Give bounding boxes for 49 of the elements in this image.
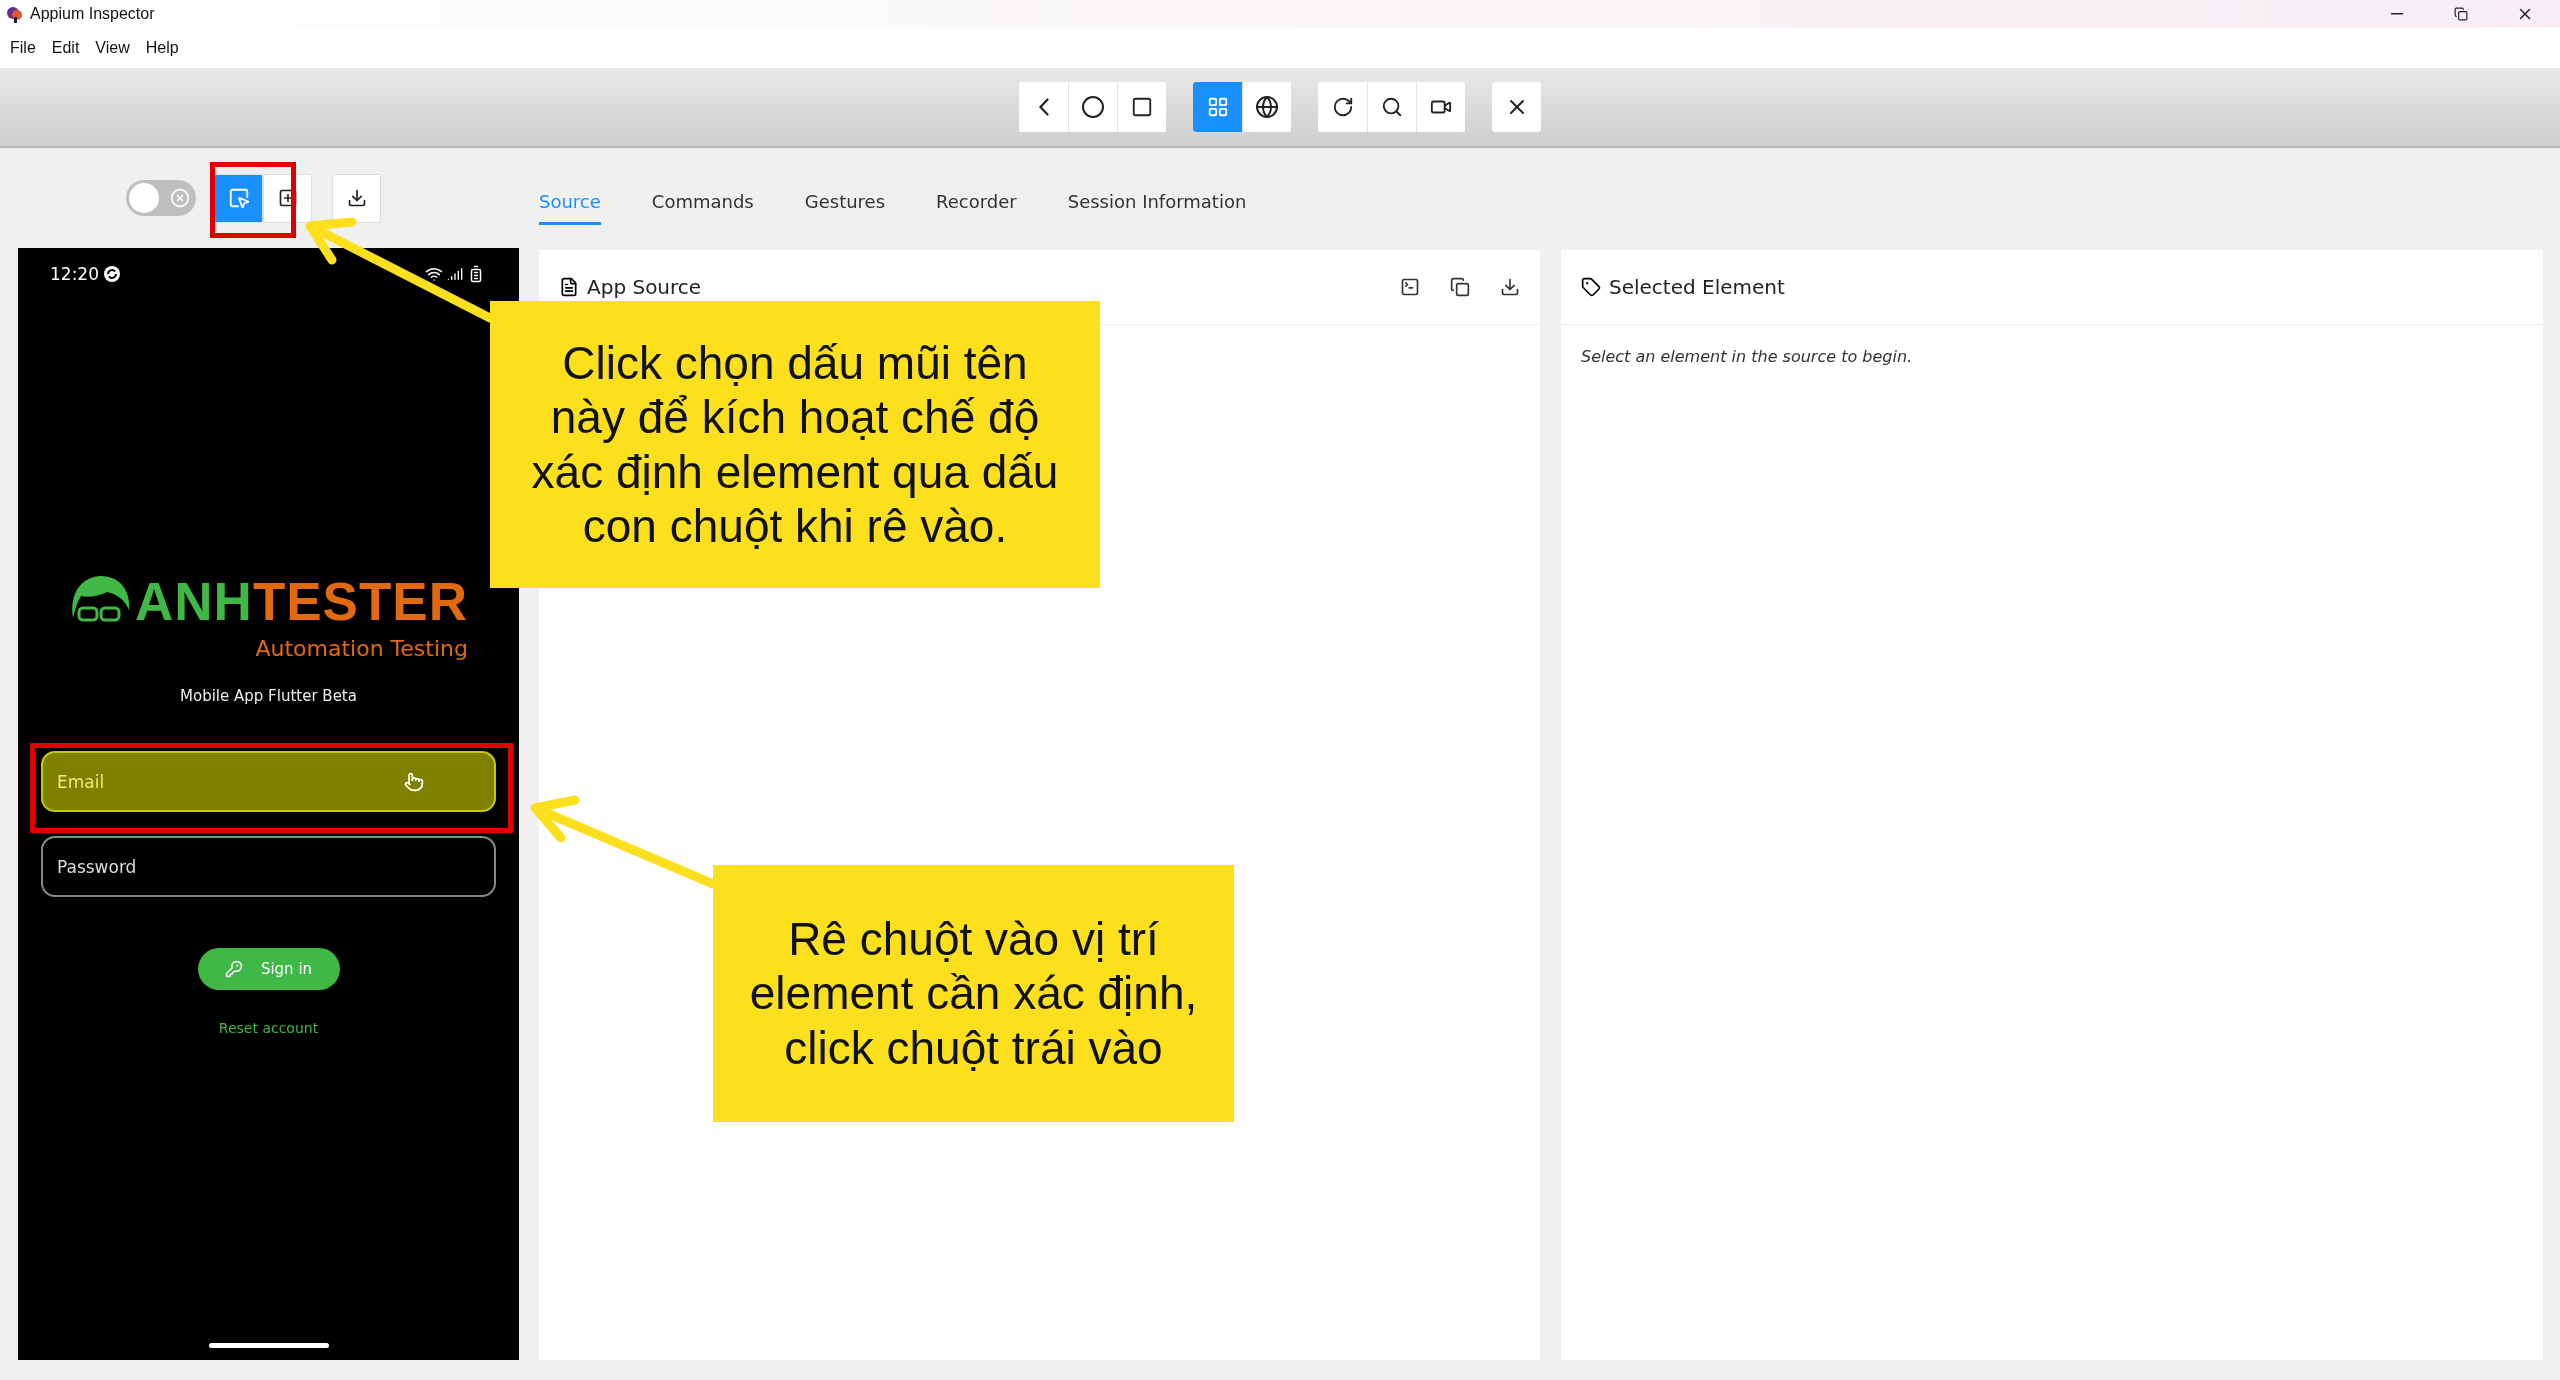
tab[interactable]: Session Information bbox=[1067, 181, 1247, 225]
password-field[interactable]: Password bbox=[41, 836, 496, 897]
select-element-button[interactable] bbox=[214, 173, 263, 223]
callout-note: Rê chuột vào vị trí element cần xác định, click chuột trái vào bbox=[713, 865, 1234, 1122]
download-icon bbox=[346, 188, 367, 208]
refresh-icon bbox=[1331, 96, 1354, 118]
signal-icon bbox=[447, 266, 463, 282]
toggle-switch[interactable] bbox=[126, 180, 196, 216]
menu-item[interactable]: Help bbox=[139, 39, 185, 57]
sync-icon bbox=[103, 265, 121, 283]
download-button[interactable] bbox=[332, 173, 381, 223]
window-title: Appium Inspector bbox=[30, 5, 156, 23]
tab[interactable]: Commands bbox=[651, 181, 754, 225]
terminal-icon[interactable] bbox=[1400, 277, 1420, 297]
globe-button[interactable] bbox=[1242, 82, 1291, 132]
restore-icon bbox=[2454, 7, 2468, 21]
grid-icon bbox=[1206, 96, 1229, 118]
app-subtitle: Mobile App Flutter Beta bbox=[180, 687, 357, 705]
download-icon[interactable] bbox=[1500, 277, 1520, 297]
circle-icon bbox=[1081, 95, 1105, 119]
empty-hint: Select an element in the source to begin. bbox=[1581, 347, 1914, 366]
reset-account-link[interactable]: Reset account bbox=[218, 1020, 319, 1036]
pointer-square-icon bbox=[227, 187, 250, 209]
tab[interactable]: Gestures bbox=[804, 181, 886, 225]
square-icon bbox=[1131, 96, 1153, 118]
search-icon bbox=[1381, 96, 1403, 118]
back-icon bbox=[1038, 98, 1049, 116]
hand-cursor-icon bbox=[404, 771, 424, 792]
tag-icon bbox=[1581, 277, 1601, 297]
callout-note: Click chọn dấu mũi tên này để kích hoạt chế độ xác định element qua dấu con chuột khi rê vào. bbox=[490, 301, 1100, 588]
app-logo-icon bbox=[6, 5, 24, 23]
close-circle-icon bbox=[170, 188, 190, 208]
wifi-icon bbox=[425, 265, 443, 283]
status-time: 12:20 bbox=[50, 264, 99, 284]
key-icon bbox=[224, 960, 243, 978]
menu-item[interactable]: File bbox=[4, 39, 42, 57]
menu-item[interactable]: Edit bbox=[45, 39, 86, 57]
globe-icon bbox=[1255, 95, 1279, 119]
minimize-icon bbox=[2391, 13, 2403, 15]
panel-title: Selected Element bbox=[1609, 275, 1786, 299]
document-icon bbox=[559, 277, 579, 297]
copy-icon[interactable] bbox=[1450, 277, 1470, 297]
menu-item[interactable]: View bbox=[89, 39, 136, 57]
tab[interactable]: Recorder bbox=[936, 181, 1017, 225]
panel-title: App Source bbox=[587, 275, 703, 299]
record-button[interactable] bbox=[1416, 82, 1465, 132]
logo-tagline: Automation Testing bbox=[255, 636, 468, 661]
logo-wordmark: ANHTESTER bbox=[135, 574, 468, 628]
app-switch-button[interactable] bbox=[1117, 82, 1166, 132]
